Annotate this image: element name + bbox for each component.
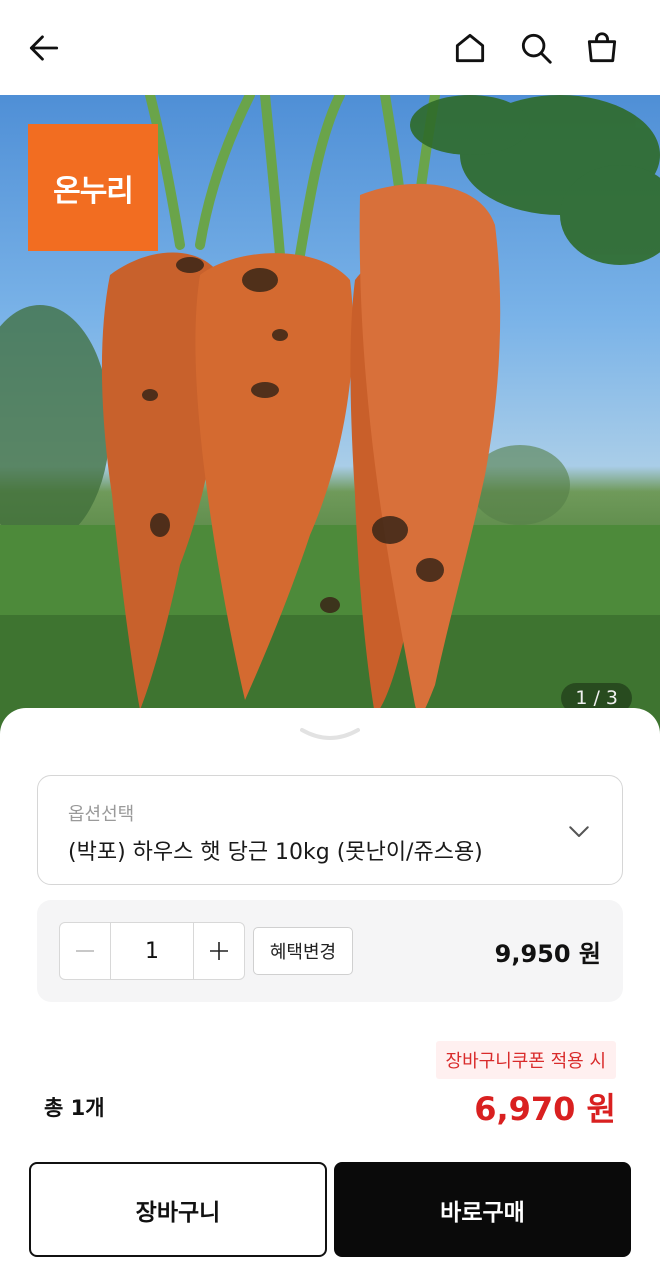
brand-logo: 온누리	[28, 124, 158, 251]
top-nav-bar	[0, 0, 660, 95]
increase-button[interactable]	[194, 923, 244, 979]
search-icon[interactable]	[514, 26, 558, 70]
decrease-button[interactable]	[60, 923, 110, 979]
quantity-stepper: 1	[59, 922, 245, 980]
brand-logo-text: 온누리	[53, 173, 134, 209]
add-to-cart-button[interactable]: 장바구니	[29, 1162, 327, 1257]
total-price: 6,970 원	[474, 1090, 616, 1128]
chevron-down-icon	[569, 826, 589, 837]
product-image[interactable]: 온누리 1 / 3	[0, 95, 660, 735]
quantity-value[interactable]: 1	[110, 923, 194, 979]
quantity-panel: 1 혜택변경 9,950 원	[37, 900, 623, 1002]
buy-now-button[interactable]: 바로구매	[334, 1162, 631, 1257]
option-select-label: 옵션선택	[68, 804, 135, 825]
plus-icon	[210, 942, 228, 960]
purchase-bottom-sheet: 옵션선택 (박포) 하우스 햇 당근 10kg (못난이/쥬스용) 1 혜택변경…	[0, 708, 660, 1280]
product-purchase-page: 온누리 1 / 3 옵션선택 (박포) 하우스 햇 당근 10kg (못난이/쥬…	[0, 0, 660, 1280]
back-arrow-icon[interactable]	[22, 26, 66, 70]
home-icon[interactable]	[448, 26, 492, 70]
coupon-applied-tag: 장바구니쿠폰 적용 시	[435, 1041, 616, 1079]
shopping-bag-icon[interactable]	[580, 26, 624, 70]
collapse-chevron-icon[interactable]	[300, 724, 360, 748]
minus-icon	[76, 950, 94, 952]
item-price: 9,950 원	[494, 940, 601, 968]
option-selected-value: (박포) 하우스 햇 당근 10kg (못난이/쥬스용)	[68, 840, 483, 865]
change-benefit-button[interactable]: 혜택변경	[253, 927, 353, 975]
option-select-dropdown[interactable]: 옵션선택 (박포) 하우스 햇 당근 10kg (못난이/쥬스용)	[37, 775, 623, 885]
total-count: 총 1개	[44, 1096, 105, 1120]
